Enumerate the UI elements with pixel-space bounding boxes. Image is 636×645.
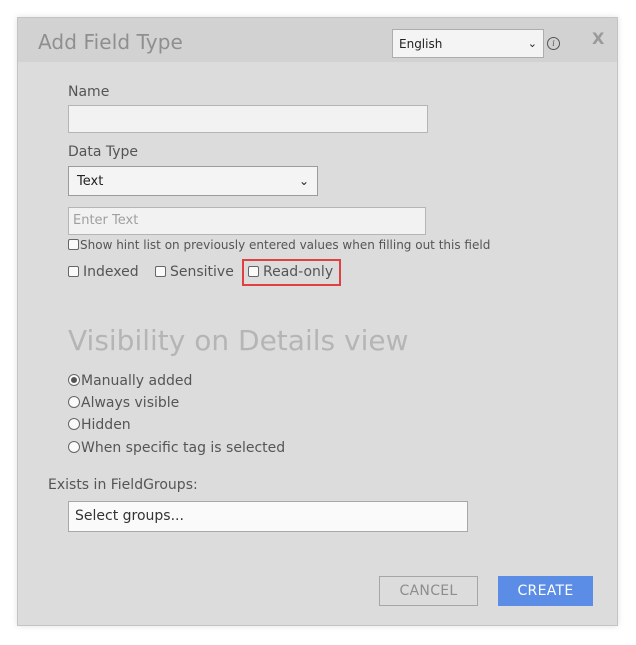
visibility-option-hidden[interactable]: Hidden	[68, 417, 131, 433]
chevron-down-icon: ⌄	[527, 37, 537, 50]
close-button[interactable]: X	[592, 29, 604, 48]
field-groups-select[interactable]: Select groups...	[68, 501, 468, 532]
default-value-input[interactable]: Enter Text	[68, 207, 426, 235]
indexed-checkbox[interactable]	[68, 266, 79, 277]
hint-list-label: Show hint list on previously entered val…	[80, 238, 491, 252]
info-icon[interactable]: i	[547, 37, 560, 50]
language-select[interactable]: English ⌄	[392, 29, 544, 58]
sensitive-label: Sensitive	[170, 264, 234, 280]
cancel-button[interactable]: CANCEL	[379, 576, 478, 606]
visibility-radio-tag[interactable]	[68, 441, 80, 453]
indexed-label: Indexed	[83, 264, 139, 280]
visibility-label-manual: Manually added	[81, 373, 193, 389]
visibility-radio-hidden[interactable]	[68, 418, 80, 430]
name-label: Name	[68, 84, 110, 100]
visibility-label-always: Always visible	[81, 395, 180, 411]
data-type-label: Data Type	[68, 144, 139, 160]
visibility-label-hidden: Hidden	[81, 417, 131, 433]
visibility-section-title: Visibility on Details view	[68, 324, 409, 357]
data-type-select[interactable]: Text ⌄	[68, 166, 318, 196]
field-groups-label: Exists in FieldGroups:	[48, 477, 198, 493]
visibility-option-manual[interactable]: Manually added	[68, 373, 192, 389]
language-select-value: English	[399, 36, 443, 51]
readonly-highlight-box	[242, 259, 341, 286]
visibility-label-tag: When specific tag is selected	[81, 440, 286, 456]
data-type-value: Text	[77, 173, 104, 189]
add-field-type-dialog: Add Field Type English ⌄ i X Name Data T…	[17, 17, 618, 626]
name-input[interactable]	[68, 105, 428, 133]
visibility-option-always[interactable]: Always visible	[68, 395, 179, 411]
hint-list-checkbox[interactable]	[68, 239, 79, 250]
dialog-title: Add Field Type	[38, 30, 183, 54]
sensitive-checkbox[interactable]	[155, 266, 166, 277]
chevron-down-icon: ⌄	[298, 174, 309, 188]
hint-list-option[interactable]: Show hint list on previously entered val…	[68, 238, 490, 252]
sensitive-option[interactable]: Sensitive	[155, 264, 234, 280]
visibility-radio-always[interactable]	[68, 396, 80, 408]
create-button[interactable]: CREATE	[498, 576, 593, 606]
visibility-radio-manual[interactable]	[68, 374, 80, 386]
default-value-placeholder: Enter Text	[73, 213, 139, 228]
indexed-option[interactable]: Indexed	[68, 264, 139, 280]
visibility-option-tag[interactable]: When specific tag is selected	[68, 440, 285, 456]
dialog-titlebar: Add Field Type English ⌄ i X	[18, 18, 617, 62]
